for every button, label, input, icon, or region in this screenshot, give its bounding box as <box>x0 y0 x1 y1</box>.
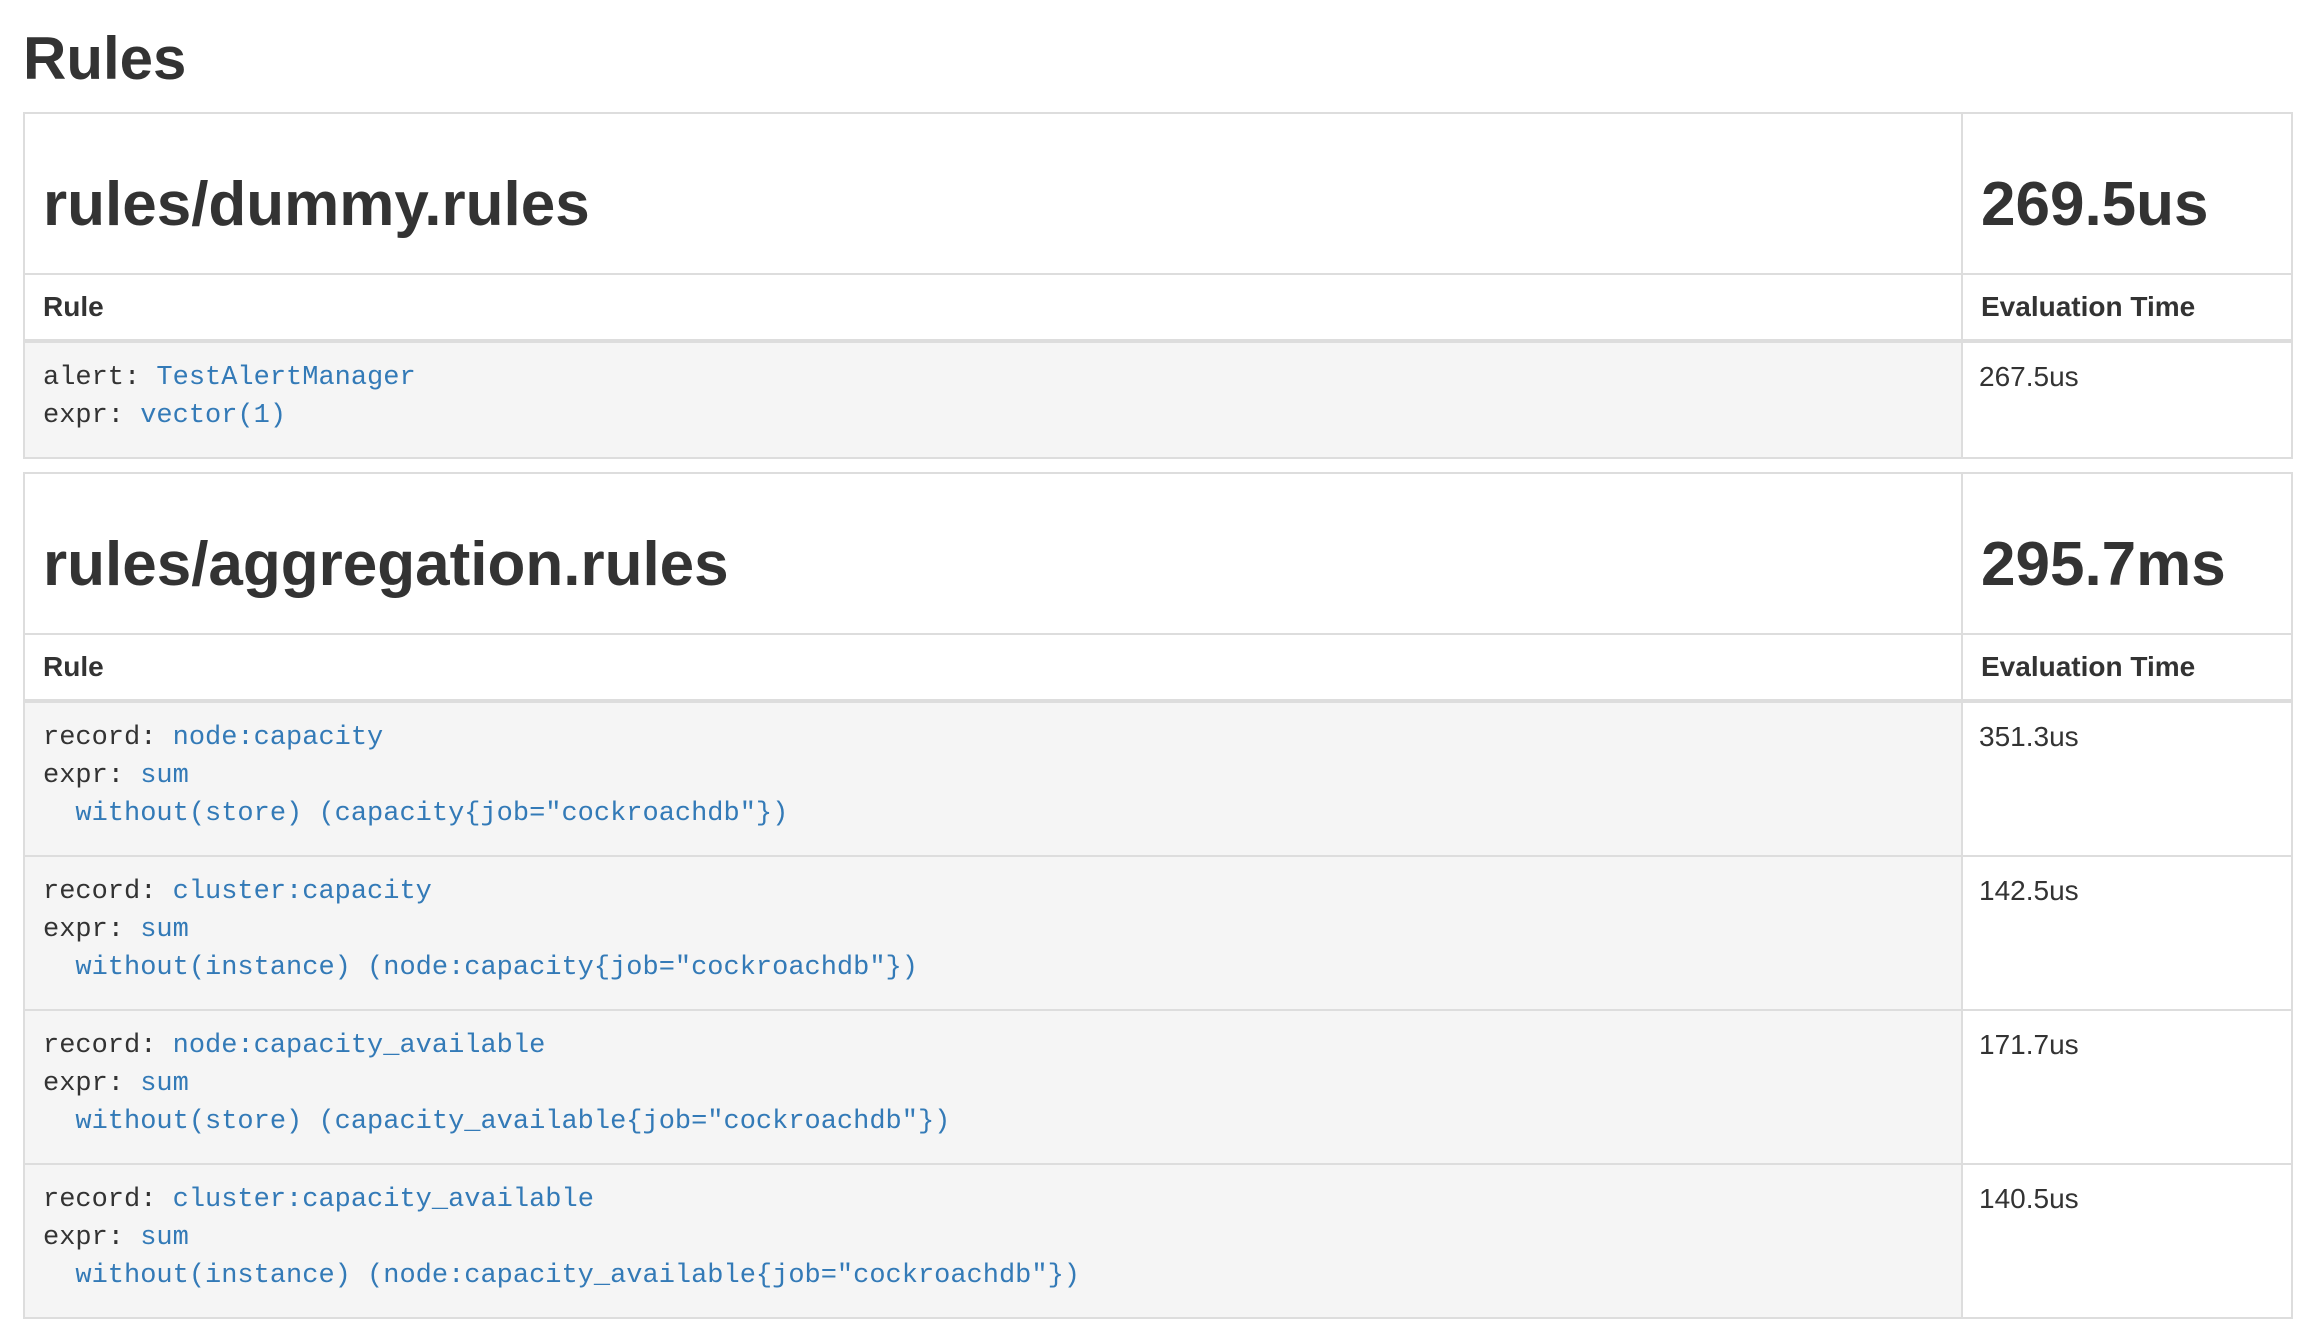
rule-link[interactable]: without(instance) (node:capacity{job="co… <box>43 953 918 983</box>
rule-line: expr: sum <box>43 911 1961 949</box>
rule-key: record: <box>43 723 173 753</box>
rule-link[interactable]: node:capacity <box>173 723 384 753</box>
group-evaluation-time: 269.5us <box>1981 172 2273 239</box>
rule-line: record: node:capacity_available <box>43 1027 1961 1065</box>
rule-row: record: node:capacity_availableexpr: sum… <box>24 1010 2292 1164</box>
rule-row: alert: TestAlertManagerexpr: vector(1)26… <box>24 341 2292 458</box>
rule-row: record: cluster:capacity_availableexpr: … <box>24 1164 2292 1318</box>
rule-line: without(instance) (node:capacity_availab… <box>43 1257 1961 1295</box>
rule-key: record: <box>43 1185 173 1215</box>
rule-link[interactable]: without(instance) (node:capacity_availab… <box>43 1261 1080 1291</box>
rule-line: record: cluster:capacity_available <box>43 1181 1961 1219</box>
rule-line: record: node:capacity <box>43 719 1961 757</box>
rule-line: expr: sum <box>43 1065 1961 1103</box>
rule-line: expr: sum <box>43 757 1961 795</box>
rule-group-table: rules/dummy.rules 269.5us Rule Evaluatio… <box>23 112 2293 459</box>
rule-link[interactable]: without(store) (capacity{job="cockroachd… <box>43 799 788 829</box>
group-name: rules/dummy.rules <box>43 172 1943 239</box>
evaluation-time-column-header: Evaluation Time <box>1962 634 2292 701</box>
rule-groups-container: rules/dummy.rules 269.5us Rule Evaluatio… <box>23 112 2293 1319</box>
rule-cell: record: cluster:capacity_availableexpr: … <box>24 1164 1962 1318</box>
rule-key: expr: <box>43 1069 140 1099</box>
rule-cell: record: node:capacityexpr: sum without(s… <box>24 701 1962 856</box>
rule-group-table: rules/aggregation.rules 295.7ms Rule Eva… <box>23 472 2293 1319</box>
rule-link[interactable]: sum <box>140 1069 189 1099</box>
rule-link[interactable]: sum <box>140 761 189 791</box>
rule-cell: record: node:capacity_availableexpr: sum… <box>24 1010 1962 1164</box>
rule-line: without(store) (capacity{job="cockroachd… <box>43 795 1961 833</box>
rule-column-header: Rule <box>24 634 1962 701</box>
rule-key: expr: <box>43 1223 140 1253</box>
rule-line: without(store) (capacity_available{job="… <box>43 1103 1961 1141</box>
group-header-row: rules/dummy.rules 269.5us <box>24 113 2292 274</box>
rules-page: Rules rules/dummy.rules 269.5us Rule Eva… <box>0 26 2316 1319</box>
rule-evaluation-time: 351.3us <box>1962 701 2292 856</box>
rule-line: without(instance) (node:capacity{job="co… <box>43 949 1961 987</box>
rule-link[interactable]: sum <box>140 915 189 945</box>
rule-link[interactable]: vector(1) <box>140 401 286 431</box>
rule-link[interactable]: cluster:capacity_available <box>173 1185 594 1215</box>
rule-line: expr: sum <box>43 1219 1961 1257</box>
rule-link[interactable]: sum <box>140 1223 189 1253</box>
rule-row: record: cluster:capacityexpr: sum withou… <box>24 856 2292 1010</box>
rule-link[interactable]: without(store) (capacity_available{job="… <box>43 1107 950 1137</box>
column-header-row: Rule Evaluation Time <box>24 634 2292 701</box>
rule-cell: alert: TestAlertManagerexpr: vector(1) <box>24 341 1962 458</box>
rule-key: expr: <box>43 761 140 791</box>
rule-row: record: node:capacityexpr: sum without(s… <box>24 701 2292 856</box>
rule-cell: record: cluster:capacityexpr: sum withou… <box>24 856 1962 1010</box>
rule-key: expr: <box>43 401 140 431</box>
page-title: Rules <box>23 26 2293 92</box>
rule-column-header: Rule <box>24 274 1962 341</box>
rule-evaluation-time: 267.5us <box>1962 341 2292 458</box>
rule-key: record: <box>43 877 173 907</box>
rule-link[interactable]: node:capacity_available <box>173 1031 546 1061</box>
rule-key: expr: <box>43 915 140 945</box>
rule-line: expr: vector(1) <box>43 397 1961 435</box>
column-header-row: Rule Evaluation Time <box>24 274 2292 341</box>
rule-evaluation-time: 171.7us <box>1962 1010 2292 1164</box>
group-header-row: rules/aggregation.rules 295.7ms <box>24 473 2292 634</box>
group-evaluation-time: 295.7ms <box>1981 532 2273 599</box>
rule-line: alert: TestAlertManager <box>43 359 1961 397</box>
rule-line: record: cluster:capacity <box>43 873 1961 911</box>
rule-evaluation-time: 140.5us <box>1962 1164 2292 1318</box>
group-name: rules/aggregation.rules <box>43 532 1943 599</box>
rule-key: alert: <box>43 363 156 393</box>
evaluation-time-column-header: Evaluation Time <box>1962 274 2292 341</box>
rule-link[interactable]: TestAlertManager <box>156 363 415 393</box>
rule-evaluation-time: 142.5us <box>1962 856 2292 1010</box>
rule-link[interactable]: cluster:capacity <box>173 877 432 907</box>
rule-key: record: <box>43 1031 173 1061</box>
